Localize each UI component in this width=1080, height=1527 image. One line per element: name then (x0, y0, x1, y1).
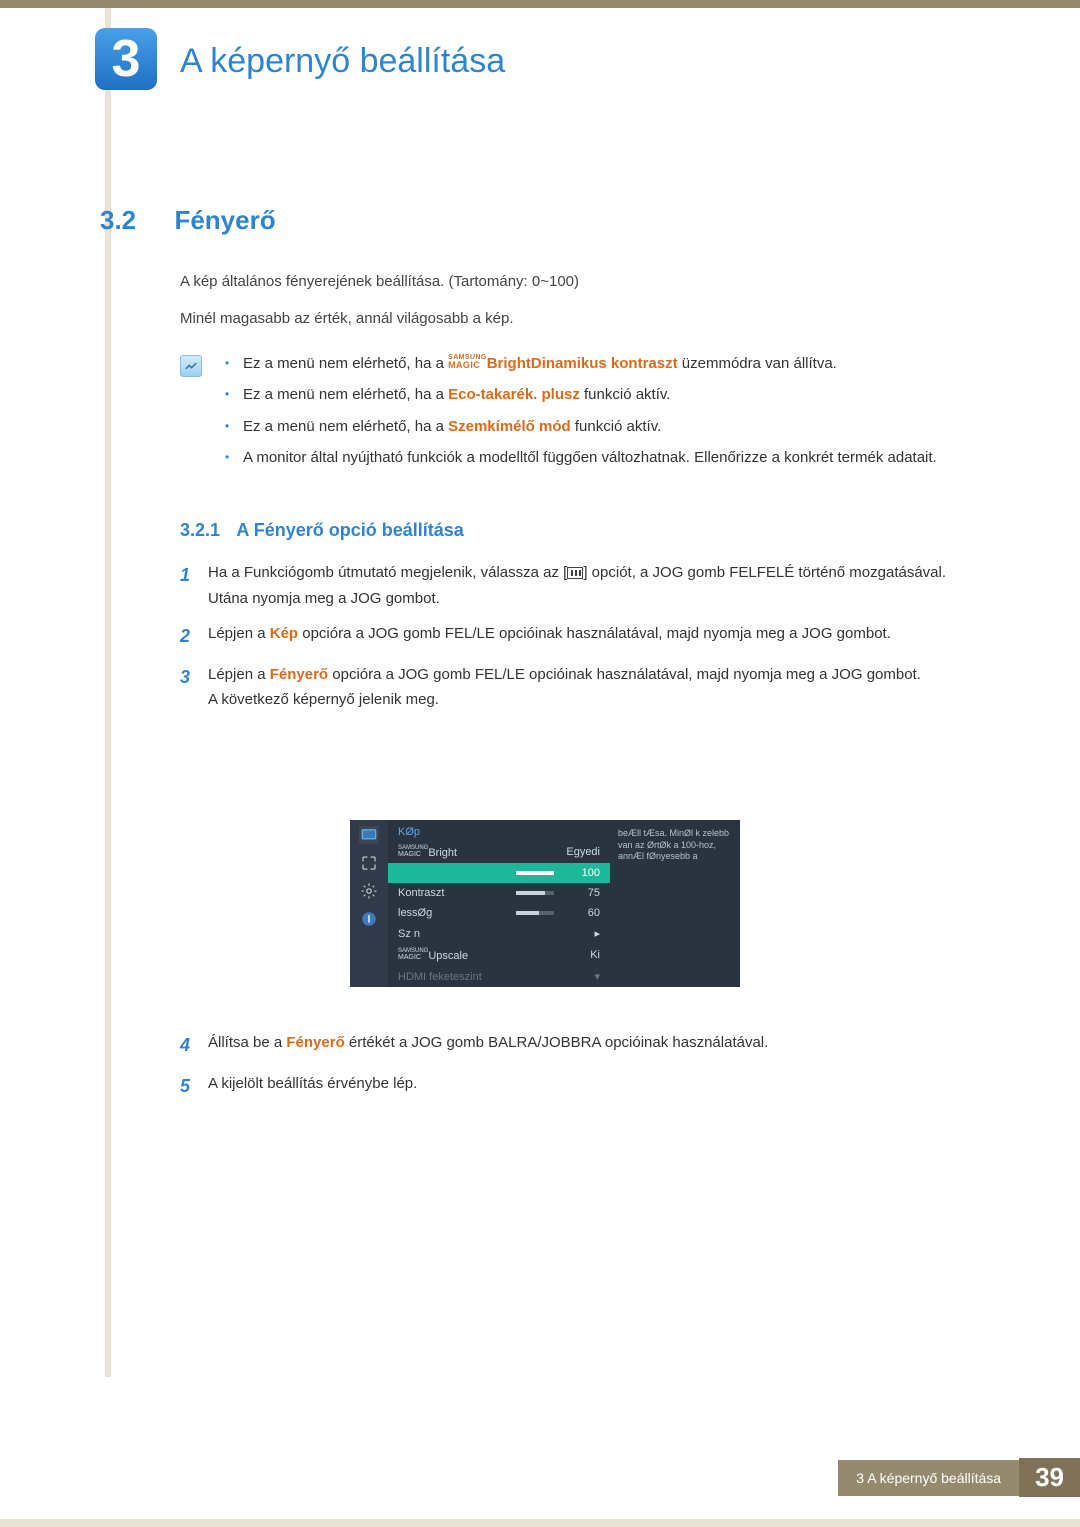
subsection-number: 3.2.1 (180, 520, 220, 540)
step-2: 2 Lépjen a Kép opcióra a JOG gomb FEL/LE… (180, 621, 980, 652)
osd-hint: beÆll tÆsa. MinØl k zelebb van az ØrtØk … (610, 820, 740, 987)
osd-row-magicbright: SAMSUNGMAGICBright Egyedi (388, 841, 610, 863)
step-4: 4 Állítsa be a Fényerő értékét a JOG gom… (180, 1030, 980, 1061)
note-item-4: A monitor által nyújtható funkciók a mod… (225, 446, 980, 469)
intro-p1: A kép általános fényerejének beállítása.… (180, 270, 980, 293)
chevron-right-icon: ▸ (562, 927, 600, 940)
chapter-title: A képernyő beállítása (180, 42, 505, 81)
info-tab-icon: i (359, 910, 379, 928)
samsung-magic-logo: SAMSUNGMAGIC (448, 354, 487, 370)
note-list: Ez a menü nem elérhető, ha a SAMSUNGMAGI… (225, 352, 980, 477)
osd-row-sharpness: lessØg 60 (388, 903, 610, 923)
subsection-title: A Fényerő opció beállítása (236, 520, 463, 540)
note-icon (180, 355, 202, 377)
osd-row-brightness: 100 (388, 863, 610, 883)
osd-row-color: Sz n ▸ (388, 923, 610, 944)
osd-row-upscale: SAMSUNGMAGICUpscale Ki (388, 944, 610, 966)
subsection-heading: 3.2.1 A Fényerő opció beállítása (180, 520, 464, 541)
osd-main: KØp SAMSUNGMAGICBright Egyedi 100 Kontra… (388, 820, 610, 987)
page-footer: 3 A képernyő beállítása 39 (0, 1458, 1080, 1497)
step-5: 5 A kijelölt beállítás érvénybe lép. (180, 1071, 980, 1102)
footer-chapter-label: 3 A képernyő beállítása (838, 1460, 1019, 1496)
chapter-number-badge: 3 (95, 28, 157, 90)
intro-text: A kép általános fényerejének beállítása.… (180, 270, 980, 345)
section-heading: 3.2 Fényerő (100, 205, 276, 236)
contrast-slider (516, 891, 554, 895)
intro-p2: Minél magasabb az érték, annál világosab… (180, 307, 980, 330)
samsung-magic-icon: SAMSUNGMAGIC (398, 948, 428, 961)
section-number: 3.2 (100, 205, 150, 236)
header-accent-bar (0, 0, 1080, 8)
note-item-2: Ez a menü nem elérhető, ha a Eco-takarék… (225, 383, 980, 406)
picture-tab-icon (359, 826, 379, 844)
menu-icon (567, 567, 583, 579)
step-1: 1 Ha a Funkciógomb útmutató megjelenik, … (180, 560, 980, 611)
osd-row-hdmi: HDMI feketeszint ▾ (388, 966, 610, 987)
osd-sidebar: i (350, 820, 388, 987)
settings-tab-icon (359, 882, 379, 900)
footer-accent-bar (0, 1519, 1080, 1527)
note-item-3: Ez a menü nem elérhető, ha a Szemkímélő … (225, 415, 980, 438)
chevron-down-icon: ▾ (562, 970, 600, 983)
step-3: 3 Lépjen a Fényerő opcióra a JOG gomb FE… (180, 662, 980, 713)
brightness-slider (516, 871, 554, 875)
steps-list-cont: 4 Állítsa be a Fényerő értékét a JOG gom… (180, 1030, 980, 1111)
footer-page-number: 39 (1019, 1458, 1080, 1497)
osd-screenshot: i KØp SAMSUNGMAGICBright Egyedi 100 Kont… (350, 820, 740, 987)
note-item-1: Ez a menü nem elérhető, ha a SAMSUNGMAGI… (225, 352, 980, 375)
sharpness-slider (516, 911, 554, 915)
svg-text:i: i (368, 914, 370, 924)
osd-row-contrast: Kontraszt 75 (388, 883, 610, 903)
section-title: Fényerő (174, 205, 275, 235)
resize-tab-icon (359, 854, 379, 872)
osd-title: KØp (388, 820, 610, 841)
samsung-magic-icon: SAMSUNGMAGIC (398, 845, 428, 858)
steps-list: 1 Ha a Funkciógomb útmutató megjelenik, … (180, 560, 980, 723)
